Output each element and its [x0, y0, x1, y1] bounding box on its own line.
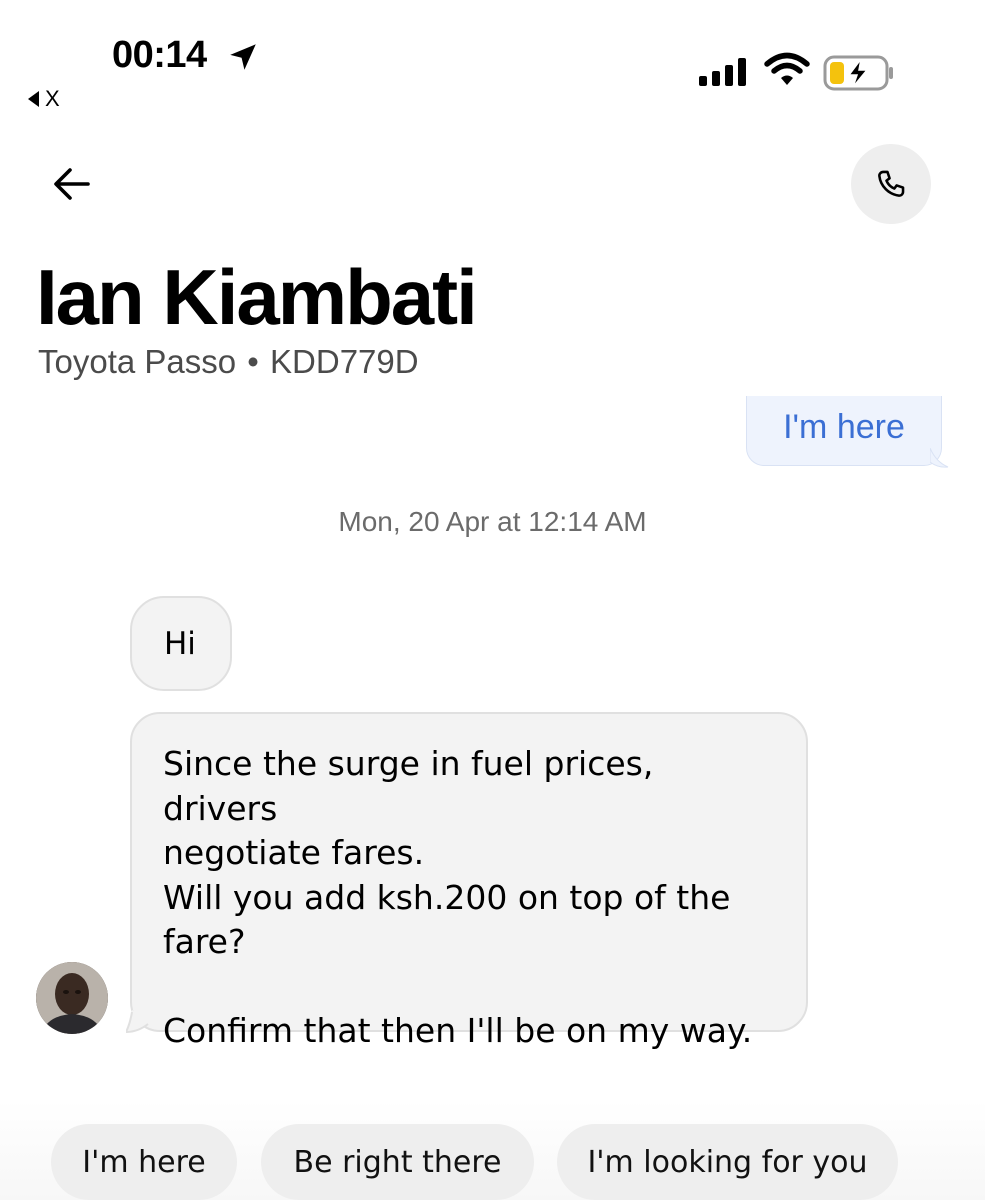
call-button[interactable]: [851, 144, 931, 224]
wifi-icon: [764, 52, 810, 85]
message-line: Since the surge in fuel prices, drivers: [163, 744, 654, 828]
received-message-text: Hi: [164, 625, 196, 662]
sent-message-bubble: I'm here: [746, 396, 942, 466]
cellular-signal-icon: [699, 56, 746, 86]
back-to-app-label: X: [45, 86, 60, 111]
battery-charging-icon: [823, 55, 893, 91]
quick-reply-chip[interactable]: Be right there: [261, 1124, 534, 1200]
message-timestamp: Mon, 20 Apr at 12:14 AM: [338, 506, 647, 537]
message-line: Will you add ksh.200 on top of the: [163, 877, 731, 917]
back-to-app-link[interactable]: X: [28, 86, 60, 112]
vehicle-info: Toyota Passo • KDD779D: [38, 343, 419, 381]
sent-bubble-tail: [930, 448, 949, 468]
vehicle-model: Toyota Passo: [38, 343, 237, 380]
driver-name: Ian Kiambati: [36, 253, 478, 341]
received-message-bubble: Hi: [130, 596, 232, 691]
arrow-left-icon: [54, 168, 90, 200]
quick-reply-chip[interactable]: I'm looking for you: [557, 1124, 898, 1200]
driver-avatar: [36, 962, 108, 1034]
quick-reply-chip[interactable]: I'm here: [51, 1124, 237, 1200]
back-button[interactable]: [46, 158, 98, 210]
phone-icon: [878, 170, 905, 197]
location-arrow-icon: [230, 44, 256, 70]
received-bubble-tail: [126, 1010, 150, 1034]
message-line: negotiate fares.: [163, 833, 425, 872]
avatar-image: [36, 962, 108, 1034]
received-message-bubble: Since the surge in fuel prices, drivers …: [130, 712, 808, 1050]
plate-number: KDD779D: [270, 343, 419, 380]
status-time: 00:14: [112, 34, 207, 76]
sent-message-text: I'm here: [783, 408, 905, 446]
separator-dot: •: [247, 343, 259, 380]
back-triangle-icon: [28, 91, 39, 107]
message-line: fare?: [163, 922, 246, 961]
message-line: Confirm that then I'll be on my way.: [163, 1010, 753, 1050]
